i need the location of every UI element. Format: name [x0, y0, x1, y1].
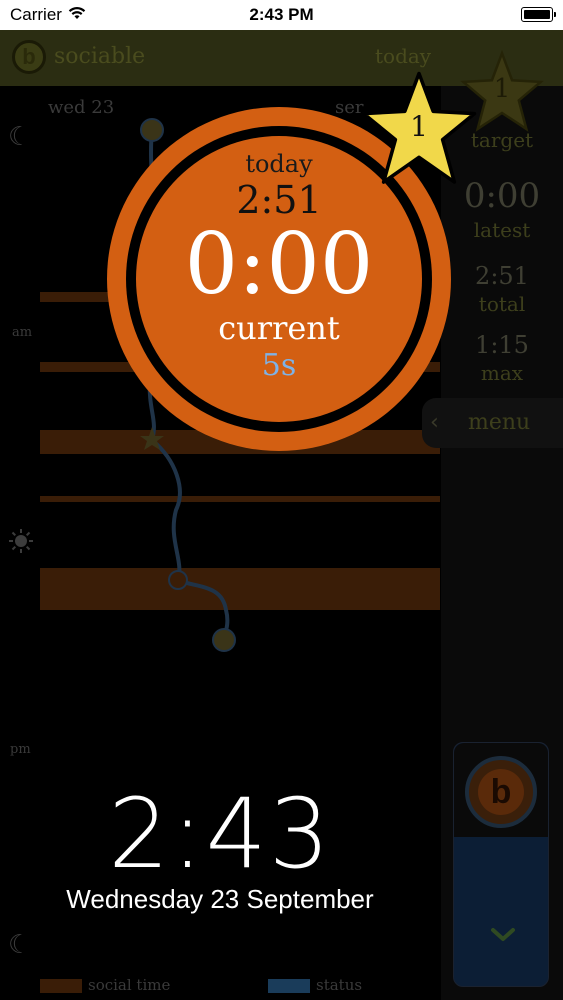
status-time: 2:43 PM — [249, 5, 314, 24]
lock-time: 2:43 — [108, 778, 332, 890]
legend-swatch-social-time — [40, 979, 82, 993]
max-label: max — [480, 361, 524, 385]
dock-logo-letter: b — [478, 769, 524, 815]
max-value: 1:15 — [475, 331, 529, 359]
view-today-button[interactable]: today — [375, 44, 431, 68]
lock-date: Wednesday 23 September — [66, 884, 374, 914]
status-face-icon — [140, 118, 164, 142]
star-badge-count: 1 — [410, 110, 428, 143]
logo-marker-icon — [168, 570, 188, 590]
pm-label: pm — [10, 742, 31, 757]
dial-current-value: 0:00 — [184, 215, 374, 313]
moon-icon-bottom: ☾ — [8, 930, 32, 960]
chevron-down-icon[interactable] — [488, 920, 518, 950]
app-name: sociable — [54, 44, 146, 69]
menu-label[interactable]: menu — [468, 410, 530, 435]
sun-icon — [9, 529, 33, 553]
app-logo[interactable]: b — [12, 40, 46, 74]
dial-duration: 5s — [261, 348, 297, 383]
legend-label-status: status — [316, 976, 363, 994]
latest-label: latest — [473, 218, 531, 242]
total-label: total — [478, 292, 526, 316]
status-bar: Carrier 2:43 PM — [0, 0, 563, 30]
battery-icon — [521, 7, 556, 22]
legend-label-social-time: social time — [88, 976, 171, 994]
dial-current-label: current — [218, 309, 340, 347]
status-face-icon — [212, 628, 236, 652]
chevron-left-icon: ‹ — [430, 410, 439, 435]
legend-swatch-status — [268, 979, 310, 993]
total-value: 2:51 — [475, 262, 529, 290]
